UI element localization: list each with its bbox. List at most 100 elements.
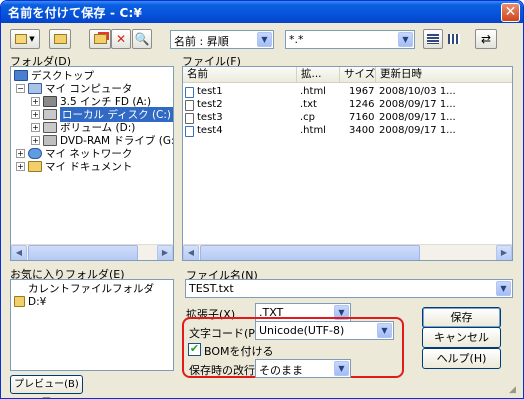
save-as-dialog: 名前を付けて保存 - C:¥ ✕ ▼ ✕ 🔍 名前 : 昇順 ▼ *.* ▼ ⇄… [0,0,524,399]
desktop-icon [14,70,28,81]
scrollbar-thumb[interactable] [28,245,138,260]
column-header-name[interactable]: 名前 [183,67,297,83]
new-folder-icon [93,34,107,44]
column-header-modified[interactable]: 更新日時 [376,67,512,83]
scroll-left-icon[interactable]: ◀ [183,245,199,260]
preview-button[interactable]: プレビュー(B) ▼ [10,375,83,398]
file-row[interactable]: test4 .html 3400 2008/09/17 1... [183,125,512,138]
delete-button[interactable]: ✕ [111,29,131,49]
swap-panes-button[interactable]: ⇄ [475,29,497,49]
expand-icon[interactable]: + [31,136,40,145]
detail-view-icon [427,34,439,44]
column-header-size[interactable]: サイズ [340,67,376,83]
file-ext: .html [300,125,326,136]
favorite-item-label: カレントファイルフォルダ [28,283,154,295]
file-filter-select[interactable]: *.* ▼ [285,30,415,49]
file-name: test2 [197,99,223,110]
list-view-button[interactable] [444,29,464,49]
file-row[interactable]: test3 .cp 7160 2008/09/17 1... [183,112,512,125]
up-folder-button[interactable] [49,29,71,49]
close-button[interactable]: ✕ [501,3,520,22]
tree-item-label: マイ ドキュメント [45,161,133,173]
list-view-icon [448,34,460,44]
file-ext: .html [300,86,326,97]
file-date: 2008/09/17 1... [379,125,456,136]
folder-icon [14,283,25,294]
bom-label: BOMを付ける [204,345,274,358]
newline-label: 保存時の改行 [189,364,255,377]
my-computer-icon [28,83,42,94]
expand-icon[interactable]: + [31,97,40,106]
html-file-icon [185,126,194,137]
file-name: test4 [197,125,223,136]
expand-icon[interactable]: + [16,149,25,158]
filename-input[interactable]: TEST.txt ▼ [185,279,513,298]
column-header-ext[interactable]: 拡... [297,67,340,83]
scroll-left-icon[interactable]: ◀ [11,245,27,260]
window-title: 名前を付けて保存 - C:¥ [8,6,143,20]
file-size: 7160 [349,112,375,123]
folder-icon [28,161,42,172]
chevron-down-icon[interactable]: ▼ [334,361,349,376]
chevron-down-icon[interactable]: ▼ [398,32,413,47]
favorite-item-label: D:¥ [28,295,47,308]
file-size: 3400 [349,125,375,136]
new-folder-button[interactable] [89,29,111,49]
sort-order-select[interactable]: 名前 : 昇順 ▼ [170,30,274,49]
file-ext: .cp [300,112,316,123]
checkmark-icon: ✔ [189,342,200,355]
scrollbar-thumb[interactable] [200,245,420,260]
newline-select[interactable]: そのまま ▼ [255,359,351,378]
expand-icon[interactable]: + [16,162,25,171]
bom-checkbox[interactable]: ✔ [188,343,201,356]
help-button[interactable]: ヘルプ(H) [422,348,501,369]
favorite-item-current-folder[interactable]: カレントファイルフォルダ [14,282,154,295]
scroll-right-icon[interactable]: ▶ [157,245,173,260]
text-file-icon [185,100,194,111]
chevron-down-icon[interactable]: ▼ [257,32,272,47]
title-bar[interactable]: 名前を付けて保存 - C:¥ ✕ [1,1,523,23]
view-icon [15,34,28,44]
cancel-button[interactable]: キャンセル [422,327,501,348]
view-menu-button[interactable]: ▼ [10,29,40,49]
encoding-label: 文字コード(P) [189,327,260,340]
search-button[interactable]: 🔍 [132,29,152,49]
file-date: 2008/10/03 1... [379,86,456,97]
encoding-value: Unicode(UTF-8) [259,324,345,337]
file-ext: .txt [300,99,317,110]
file-list-hscrollbar[interactable]: ◀ ▶ [183,244,512,260]
favorite-item-d-drive[interactable]: D:¥ [14,295,46,308]
file-row[interactable]: test1 .html 1967 2008/10/03 1... [183,86,512,99]
resize-grip-icon[interactable]: ◢ [509,385,516,395]
sort-order-value: 名前 : 昇順 [174,35,229,48]
favorites-list[interactable]: カレントファイルフォルダ D:¥ [10,279,174,371]
network-icon [28,148,42,159]
filename-value: TEST.txt [189,282,234,295]
folder-tree-hscrollbar[interactable]: ◀ ▶ [11,244,173,260]
close-icon: ✕ [504,4,517,20]
text-file-icon [185,113,194,124]
swap-arrows-icon: ⇄ [480,32,492,46]
save-button[interactable]: 保存 [422,307,501,328]
tree-item-my-documents[interactable]: + マイ ドキュメント [16,160,132,173]
collapse-icon[interactable]: − [16,84,25,93]
chevron-down-icon: ▼ [29,35,35,43]
file-row[interactable]: test2 .txt 1246 2008/09/17 1... [183,99,512,112]
encoding-select[interactable]: Unicode(UTF-8) ▼ [255,321,394,340]
hard-disk-icon [43,109,57,120]
floppy-icon [43,96,57,107]
file-list[interactable]: 名前 拡... サイズ 更新日時 test1 .html 1967 2008/1… [182,66,513,261]
chevron-down-icon[interactable]: ▼ [377,323,392,338]
file-name: test3 [197,112,223,123]
file-name: test1 [197,86,223,97]
newline-value: そのまま [259,364,303,377]
expand-icon[interactable]: + [31,123,40,132]
detail-view-button[interactable] [423,29,443,49]
hard-disk-icon [43,122,57,133]
expand-icon[interactable]: + [31,110,40,119]
scroll-right-icon[interactable]: ▶ [496,245,512,260]
dvd-drive-icon [43,135,57,146]
folder-tree[interactable]: デスクトップ − マイ コンピュータ + 3.5 インチ FD (A:) + ロ… [10,66,174,261]
chevron-down-icon[interactable]: ▼ [496,281,511,296]
search-icon: 🔍 [134,32,150,46]
